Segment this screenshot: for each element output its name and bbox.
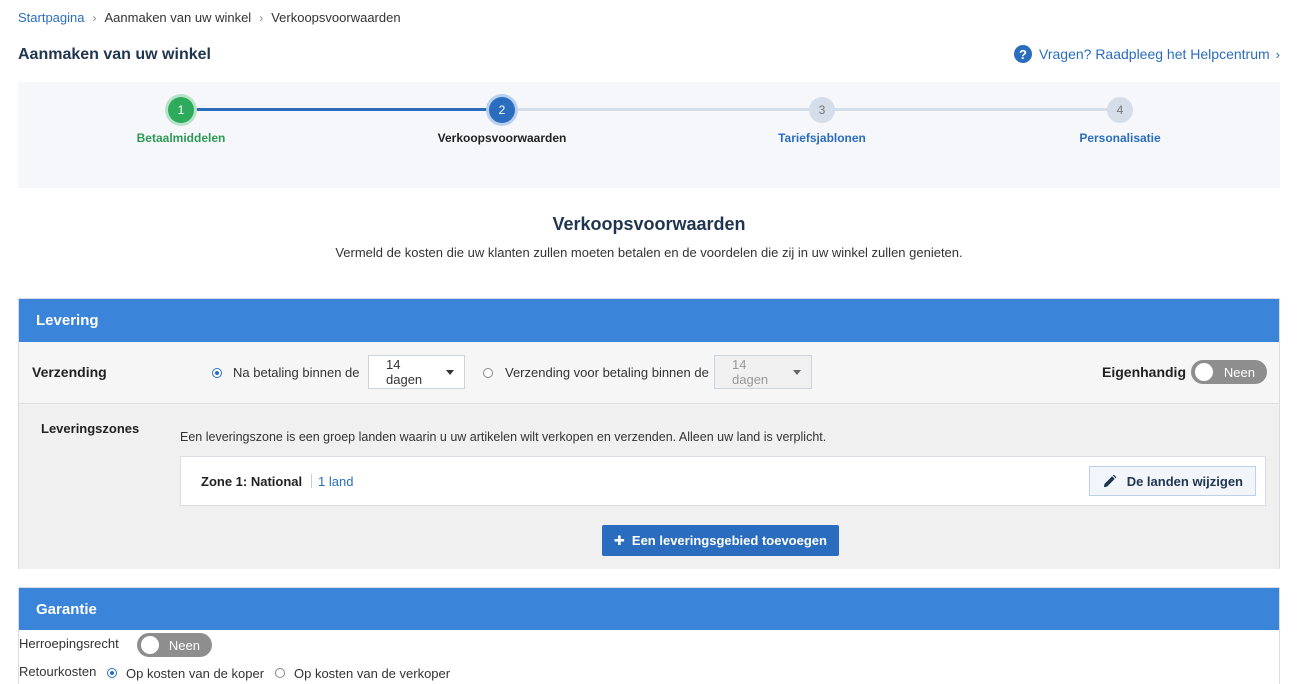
delivery-panel: Levering Verzending Na betaling binnen d… bbox=[18, 298, 1280, 569]
return-seller-radio[interactable] bbox=[275, 668, 285, 678]
return-buyer-radio[interactable] bbox=[107, 668, 117, 678]
chevron-right-icon: › bbox=[1275, 46, 1280, 62]
zone-card: Zone 1: National 1 land De landen wijzig… bbox=[180, 456, 1266, 506]
before-payment-days-select[interactable]: 14 dagen bbox=[714, 355, 812, 389]
shipping-row: Verzending Na betaling binnen de 14 dage… bbox=[19, 342, 1279, 404]
toggle-state-text: Neen bbox=[1223, 364, 1255, 380]
step-label: Betaalmiddelen bbox=[136, 131, 226, 145]
add-delivery-zone-button[interactable]: ✚ Een leveringsgebied toevoegen bbox=[602, 525, 839, 556]
return-costs-label: Retourkosten bbox=[19, 664, 97, 679]
step-number-3: 3 bbox=[809, 97, 835, 123]
step-label: Personalisatie bbox=[1079, 131, 1161, 145]
step-label: Verkoopsvoorwaarden bbox=[437, 131, 567, 145]
personal-delivery-toggle[interactable]: Neen bbox=[1191, 360, 1267, 384]
after-payment-days-select[interactable]: 14 dagen bbox=[368, 355, 465, 389]
edit-countries-label: De landen wijzigen bbox=[1126, 473, 1243, 489]
personal-delivery-label: Eigenhandig bbox=[1102, 364, 1186, 380]
zone-divider bbox=[311, 474, 312, 488]
chevron-down-icon bbox=[446, 369, 454, 375]
section-subtitle: Vermeld de kosten die uw klanten zullen … bbox=[335, 245, 963, 260]
plus-icon: ✚ bbox=[614, 532, 625, 548]
pencil-icon bbox=[1103, 474, 1117, 487]
step-number-1: 1 bbox=[168, 97, 194, 123]
return-seller-label[interactable]: Op kosten van de verkoper bbox=[294, 666, 450, 681]
delivery-zones-description: Een leveringszone is een groep landen wa… bbox=[180, 430, 827, 444]
breadcrumb-home-link[interactable]: Startpagina bbox=[18, 10, 85, 25]
breadcrumb-separator: › bbox=[92, 10, 97, 25]
help-icon: ? bbox=[1014, 45, 1033, 63]
delivery-zones-label: Leveringszones bbox=[41, 421, 140, 436]
step-number-4: 4 bbox=[1107, 97, 1133, 123]
toggle-state-text: Neen bbox=[168, 637, 200, 653]
before-payment-days-value: 14 dagen bbox=[732, 357, 769, 387]
help-center-text: Vragen? Raadpleeg het Helpcentrum bbox=[1039, 46, 1270, 62]
page-title: Aanmaken van uw winkel bbox=[18, 46, 211, 63]
add-delivery-zone-label: Een leveringsgebied toevoegen bbox=[631, 533, 827, 548]
withdrawal-right-toggle[interactable]: Neen bbox=[137, 633, 212, 657]
edit-countries-button[interactable]: De landen wijzigen bbox=[1088, 466, 1256, 496]
step-payment-methods[interactable]: 1 Betaalmiddelen bbox=[61, 97, 301, 145]
progress-stepper: 1 Betaalmiddelen 2 Verkoopsvoorwaarden 3… bbox=[18, 82, 1280, 188]
withdrawal-right-label: Herroepingsrecht bbox=[19, 636, 119, 651]
warranty-panel-header: Garantie bbox=[19, 588, 1279, 630]
warranty-panel: Garantie Herroepingsrecht Neen Retourkos… bbox=[18, 587, 1280, 684]
toggle-knob bbox=[1195, 363, 1213, 381]
breadcrumb-create-shop-link[interactable]: Aanmaken van uw winkel bbox=[105, 10, 252, 25]
delivery-zones-area: Leveringszones Een leveringszone is een … bbox=[19, 405, 1279, 569]
breadcrumb: Startpagina › Aanmaken van uw winkel › V… bbox=[18, 10, 401, 25]
after-payment-days-value: 14 dagen bbox=[386, 357, 423, 387]
toggle-knob bbox=[141, 636, 159, 654]
help-center-link[interactable]: ? Vragen? Raadpleeg het Helpcentrum › bbox=[1014, 45, 1280, 63]
chevron-down-icon bbox=[793, 369, 801, 375]
step-sales-conditions[interactable]: 2 Verkoopsvoorwaarden bbox=[382, 97, 622, 145]
zone-country-count-link[interactable]: 1 land bbox=[318, 474, 353, 489]
breadcrumb-separator: › bbox=[259, 10, 264, 25]
after-payment-radio[interactable] bbox=[212, 368, 222, 378]
before-payment-label[interactable]: Verzending voor betaling binnen de bbox=[505, 365, 709, 380]
step-personalisation[interactable]: 4 Personalisatie bbox=[1000, 97, 1240, 145]
step-rate-templates[interactable]: 3 Tariefsjablonen bbox=[702, 97, 942, 145]
delivery-panel-header: Levering bbox=[19, 299, 1279, 342]
zone-name: Zone 1: National bbox=[201, 474, 303, 489]
return-buyer-label[interactable]: Op kosten van de koper bbox=[126, 666, 264, 681]
breadcrumb-current: Verkoopsvoorwaarden bbox=[271, 10, 401, 25]
before-payment-radio[interactable] bbox=[483, 368, 493, 378]
after-payment-label[interactable]: Na betaling binnen de bbox=[233, 365, 360, 380]
step-number-2: 2 bbox=[489, 97, 515, 123]
section-title: Verkoopsvoorwaarden bbox=[552, 214, 746, 234]
shipping-label: Verzending bbox=[32, 364, 107, 380]
step-label: Tariefsjablonen bbox=[778, 131, 866, 145]
